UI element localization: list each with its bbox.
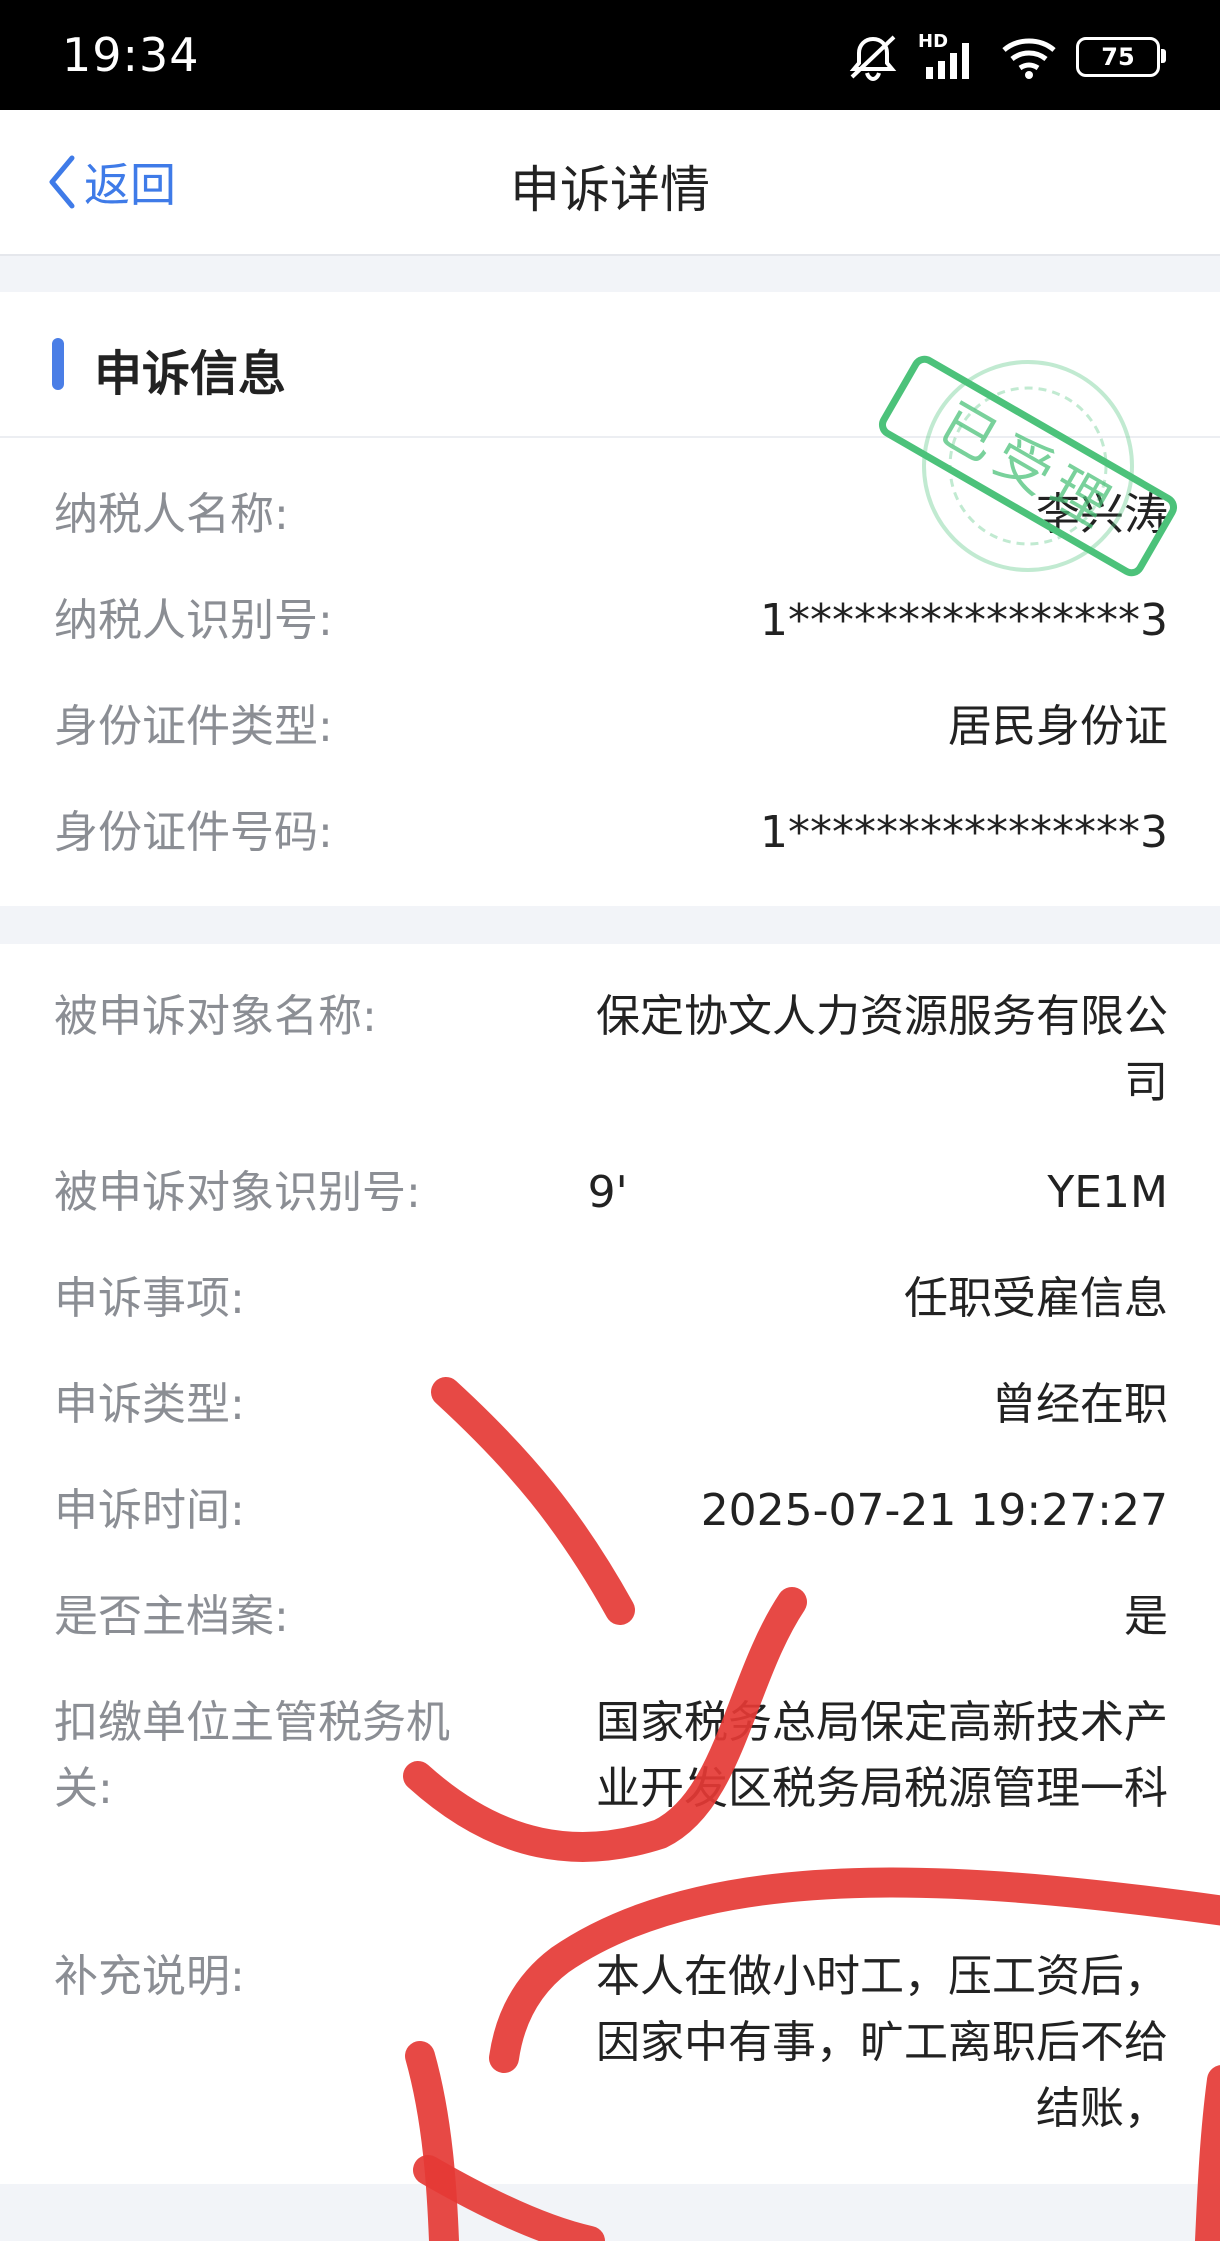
row-value: 李兴涛 — [1036, 489, 1168, 540]
network-signal: HD — [918, 31, 982, 81]
wifi-icon — [1002, 38, 1056, 79]
battery-level: 75 — [1101, 43, 1135, 71]
row-label: 是否主档案: — [54, 1591, 289, 1642]
nav-bar: 返回 申诉详情 — [0, 110, 1220, 256]
row-label: 纳税人名称: — [54, 489, 289, 540]
status-bar: 19:34 HD 75 — [0, 0, 1220, 110]
complaint-info-card: 申诉信息 纳税人名称: 李兴涛 纳税人识别号: 1***************… — [0, 292, 1220, 906]
battery-icon: 75 — [1076, 37, 1166, 77]
section-accent-bar — [52, 338, 64, 390]
section-header: 申诉信息 — [0, 292, 1220, 438]
status-time: 19:34 — [62, 28, 200, 82]
bottom-gap — [0, 2184, 1220, 2241]
row-label: 扣缴单位主管税务机关: — [54, 1697, 450, 1814]
row-label: 身份证件类型: — [54, 701, 333, 752]
row-value: 保定协文人力资源服务有限公司 — [596, 991, 1168, 1108]
row-value: 是 — [1124, 1591, 1168, 1642]
row-label: 申诉类型: — [54, 1379, 245, 1430]
respondent-info-card: 被申诉对象名称: 保定协文人力资源服务有限公司 被申诉对象识别号: 9' YE1… — [0, 944, 1220, 2184]
mute-icon — [849, 35, 897, 81]
row-value: 曾经在职 — [992, 1379, 1168, 1430]
row-value: 1****************3 — [760, 807, 1168, 858]
row-value: 2025-07-21 19:27:27 — [700, 1485, 1168, 1536]
row-value: 任职受雇信息 — [904, 1273, 1168, 1324]
signal-icon — [926, 43, 969, 79]
status-icons: HD 75 — [846, 30, 1166, 84]
row-value: 1****************3 — [760, 595, 1168, 646]
row-label: 纳税人识别号: — [54, 595, 333, 646]
row-value: 国家税务总局保定高新技术产业开发区税务局税源管理一科 — [596, 1697, 1168, 1814]
row-label: 补充说明: — [54, 1951, 245, 2002]
row-value: 9' YE1M — [587, 1167, 1168, 1218]
page-title: 申诉详情 — [510, 161, 710, 219]
row-label: 申诉时间: — [54, 1485, 245, 1536]
row-label: 申诉事项: — [54, 1273, 245, 1324]
row-value: 居民身份证 — [948, 701, 1168, 752]
row-label: 被申诉对象名称: — [54, 991, 377, 1042]
row-label: 身份证件号码: — [54, 807, 333, 858]
row-label: 被申诉对象识别号: — [54, 1167, 421, 1218]
section-title: 申诉信息 — [94, 346, 287, 402]
row-value: 本人在做小时工，压工资后，因家中有事，旷工离职后不给结账， — [596, 1951, 1168, 2134]
